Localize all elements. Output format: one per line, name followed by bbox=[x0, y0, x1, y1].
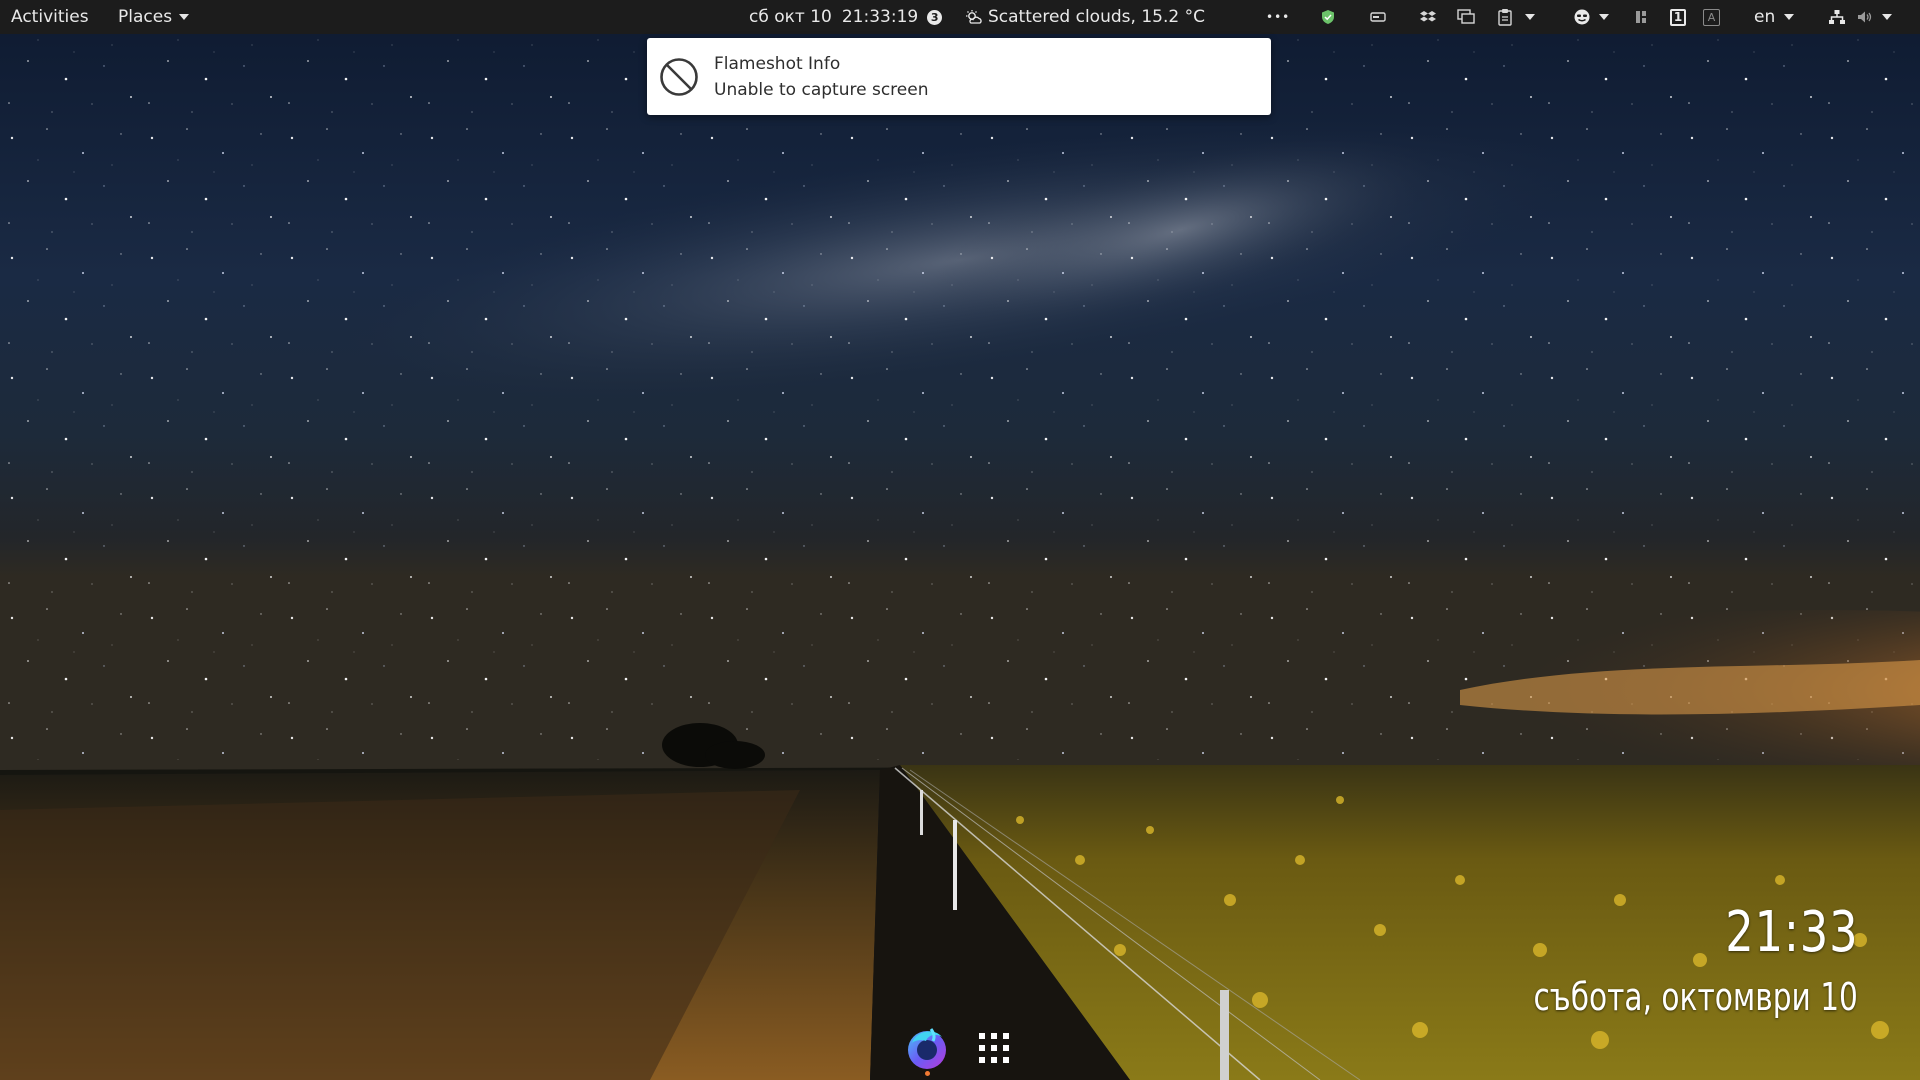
panel-icon bbox=[1635, 10, 1647, 24]
language-label: en bbox=[1754, 7, 1776, 27]
drive-icon bbox=[1370, 11, 1386, 23]
network-icon bbox=[1828, 9, 1846, 25]
keyboard-indicator[interactable]: A bbox=[1703, 0, 1720, 34]
weather-indicator[interactable]: Scattered clouds, 15.2 °C bbox=[965, 0, 1205, 34]
places-menu[interactable]: Places bbox=[118, 0, 190, 34]
chevron-down-icon bbox=[1525, 14, 1535, 20]
activities-button[interactable]: Activities bbox=[11, 0, 89, 34]
windows-icon bbox=[1457, 9, 1475, 25]
language-menu[interactable]: en bbox=[1754, 0, 1795, 34]
system-menu[interactable] bbox=[1828, 0, 1892, 34]
clipboard-icon bbox=[1497, 8, 1513, 26]
overflow-menu-icon: ••• bbox=[1266, 10, 1291, 24]
weather-icon bbox=[965, 8, 983, 26]
clipboard-indicator[interactable] bbox=[1497, 0, 1535, 34]
top-bar: Activities Places сб окт 10 21:33:19 3 S… bbox=[0, 0, 1920, 34]
chevron-down-icon bbox=[1784, 14, 1795, 20]
weather-label: Scattered clouds, 15.2 °C bbox=[988, 7, 1205, 27]
desktop-wallpaper bbox=[0, 0, 1920, 1080]
emoji-icon bbox=[1573, 8, 1591, 26]
activities-label: Activities bbox=[11, 7, 89, 27]
chevron-down-icon bbox=[179, 14, 190, 20]
desktop-clock-time: 21:33 bbox=[1724, 900, 1858, 965]
emoji-indicator[interactable] bbox=[1573, 0, 1609, 34]
shield-indicator[interactable] bbox=[1321, 0, 1335, 34]
notification-banner[interactable]: Flameshot Info Unable to capture screen bbox=[647, 38, 1271, 115]
overflow-menu-button[interactable]: ••• bbox=[1266, 0, 1290, 34]
running-indicator bbox=[925, 1071, 930, 1076]
date-label: сб окт 10 bbox=[749, 7, 832, 27]
time-label: 21:33:19 bbox=[841, 7, 919, 27]
dropbox-indicator[interactable] bbox=[1420, 0, 1436, 34]
panel-indicator[interactable] bbox=[1635, 0, 1647, 34]
shield-icon bbox=[1321, 9, 1335, 25]
date-time-menu[interactable]: сб окт 10 21:33:19 3 bbox=[749, 0, 943, 34]
volume-muted-icon bbox=[1856, 9, 1874, 25]
dropbox-icon bbox=[1420, 10, 1436, 24]
prohibited-icon bbox=[659, 57, 699, 97]
desktop-clock-date: събота, октомври 10 bbox=[1533, 975, 1858, 1019]
notification-title: Flameshot Info bbox=[714, 54, 841, 74]
notification-count-icon: 3 bbox=[927, 9, 943, 25]
chevron-down-icon bbox=[1599, 14, 1609, 20]
keyboard-indicator-icon: A bbox=[1703, 8, 1720, 26]
firefox-nightly-icon[interactable] bbox=[904, 1025, 950, 1071]
system-menu-chevron-icon bbox=[1882, 14, 1892, 20]
workspace-icon: 1 bbox=[1670, 8, 1686, 26]
dock bbox=[900, 1020, 1020, 1080]
places-label: Places bbox=[118, 7, 173, 27]
show-applications-icon[interactable] bbox=[978, 1032, 1010, 1064]
windows-indicator[interactable] bbox=[1457, 0, 1475, 34]
workspace-indicator[interactable]: 1 bbox=[1670, 0, 1686, 34]
notification-body: Unable to capture screen bbox=[714, 80, 929, 100]
drive-indicator[interactable] bbox=[1370, 0, 1386, 34]
